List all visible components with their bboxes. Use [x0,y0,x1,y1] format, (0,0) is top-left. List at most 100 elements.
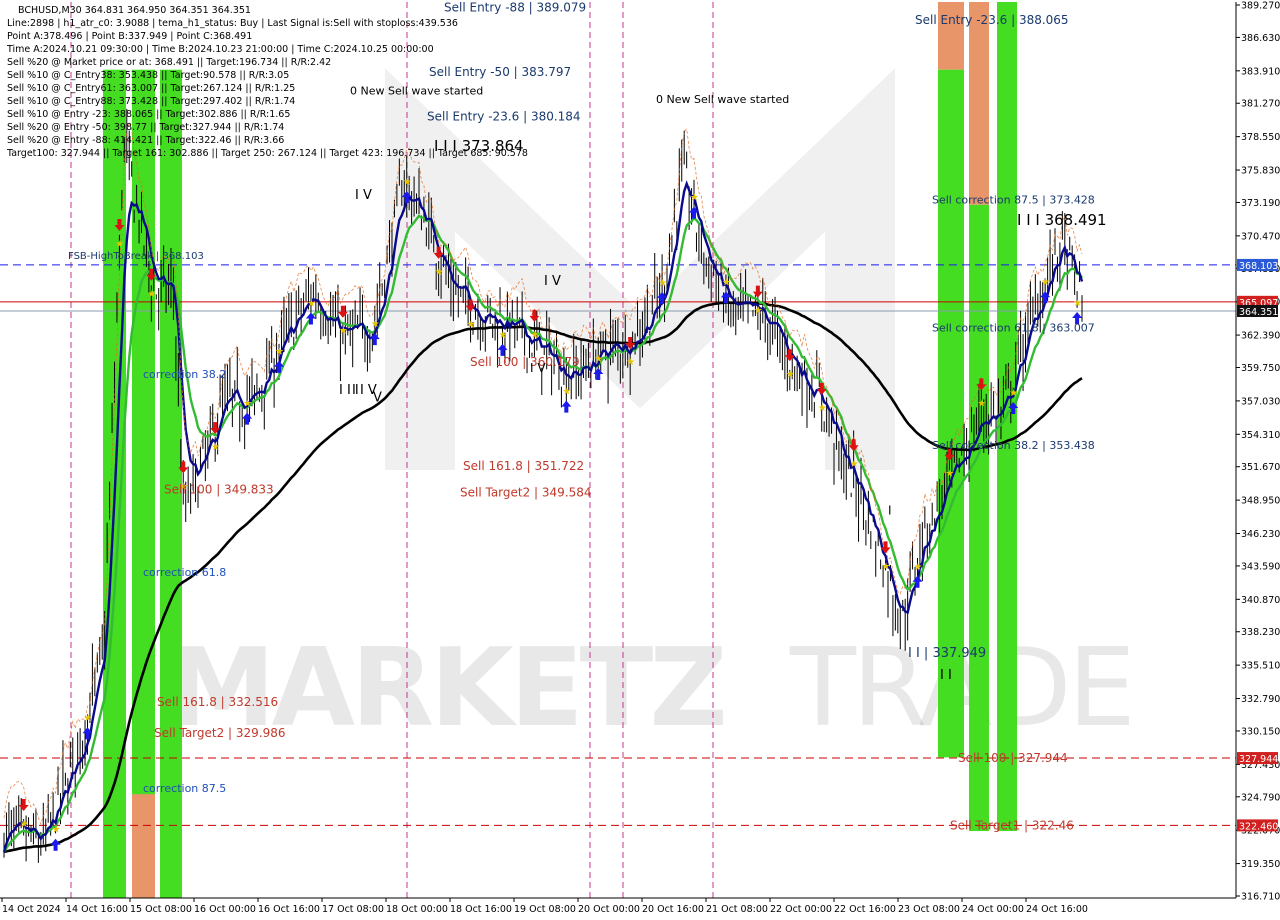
star-icon: ★ [722,277,731,288]
tick-label: 340.870 [1241,595,1280,606]
zone-green [132,69,155,898]
annotation-label: Sell 161.8 | 332.516 [157,695,278,709]
tick-label: 346.230 [1241,529,1280,540]
tick-label: 357.030 [1241,396,1280,407]
header-line: Sell %10 @ C_Entry88: 373.428 || Target:… [7,96,295,107]
star-icon: ★ [594,354,603,365]
tick-label: 359.750 [1241,363,1280,374]
star-icon: ★ [371,319,380,330]
star-icon: ★ [882,561,891,572]
star-icon: ★ [626,357,635,368]
star-icon: ★ [913,562,922,573]
annotation-label: Sell 161.8 | 351.722 [463,459,584,473]
star-icon: ★ [658,278,667,289]
time-label: 18 Oct 00:00 [386,904,448,915]
tick-label: 330.150 [1241,726,1280,737]
tick-label: 370.470 [1241,231,1280,242]
star-icon: ★ [20,819,29,830]
time-label: 19 Oct 08:00 [514,904,576,915]
tick-label: 343.590 [1241,561,1280,572]
time-label: 14 Oct 16:00 [66,904,128,915]
annotation-label: correction 38.2 [143,368,226,381]
header-line: Time A:2024.10.21 09:30:00 | Time B:2024… [6,44,434,55]
star-icon: ★ [243,399,252,410]
star-icon: ★ [562,387,571,398]
star-icon: ★ [530,330,539,341]
star-icon: ★ [467,320,476,331]
annotation-label: Sell correction 61.8 | 363.007 [932,322,1095,335]
header-line: Point A:378.496 | Point B:337.949 | Poin… [7,31,252,42]
time-label: 18 Oct 16:00 [450,904,512,915]
star-icon: ★ [403,177,412,188]
annotation-label: I I V [352,383,377,398]
time-label: 22 Oct 16:00 [834,904,896,915]
star-icon: ★ [147,289,156,300]
tick-label: 324.790 [1241,792,1280,803]
tick-label: 383.910 [1241,66,1280,77]
header-line: Sell %10 @ C_Entry38: 353.438 || Target:… [7,70,289,81]
annotation-label: 0 New Sell wave started [350,85,483,98]
annotation-label: I I | 337.949 [908,646,986,661]
time-label: 16 Oct 16:00 [258,904,320,915]
time-label: 21 Oct 08:00 [706,904,768,915]
time-label: 23 Oct 08:00 [898,904,960,915]
level-tag-label: 368.103 [1239,261,1278,272]
annotation-label: Sell correction 87.5 | 373.428 [932,194,1095,207]
annotation-label: I I I 368.491 [1017,211,1107,229]
star-icon: ★ [435,267,444,278]
star-icon: ★ [52,825,61,836]
annotation-label: Sell Target2 | 329.986 [154,726,286,740]
star-icon: ★ [1073,298,1082,309]
header-line: Sell %20 @ Market price or at: 368.491 |… [7,57,331,68]
annotation-label: Sell Entry -88 | 389.079 [444,0,586,14]
star-icon: ★ [339,326,348,337]
tick-label: 362.390 [1241,331,1280,342]
annotation-label: correction 61.8 [143,566,226,579]
zone-orange [132,794,155,898]
tick-label: 375.830 [1241,166,1280,177]
star-icon: ★ [690,193,699,204]
tick-label: 389.270 [1241,1,1280,12]
annotation-label: Sell Target2 | 349.584 [460,485,592,499]
tick-label: 316.710 [1241,892,1280,903]
time-label: 14 Oct 2024 [2,904,61,915]
header-line: Target100: 327.944 || Target 161: 302.88… [6,148,528,159]
tick-label: 386.630 [1241,33,1280,44]
tick-label: 319.350 [1241,859,1280,870]
level-tag-label: 364.351 [1239,307,1278,318]
time-label: 24 Oct 00:00 [962,904,1024,915]
time-label: 16 Oct 00:00 [194,904,256,915]
time-label: 22 Oct 00:00 [770,904,832,915]
time-label: 15 Oct 08:00 [130,904,192,915]
annotation-label: I I [940,668,952,683]
header-line: Sell %10 @ Entry -23: 388.065 || Target:… [7,109,290,120]
star-icon: ★ [83,713,92,724]
annotation-label: 0 New Sell wave started [656,93,789,106]
star-icon: ★ [275,347,284,358]
annotation-label: I V [355,188,372,203]
annotation-label: Sell Target1 | 322.46 [950,818,1074,832]
tick-label: 338.230 [1241,627,1280,638]
star-icon: ★ [786,369,795,380]
tick-label: 332.790 [1241,694,1280,705]
annotation-label: I V [530,361,546,375]
tick-label: 335.510 [1241,661,1280,672]
annotation-label: correction 87.5 [143,782,226,795]
star-icon: ★ [211,442,220,453]
star-icon: ★ [307,298,316,309]
star-icon: ★ [977,398,986,409]
star-icon: ★ [115,239,124,250]
annotation-label: FSB-HighToBreak | 368.103 [68,251,204,262]
level-tag-label: 327.944 [1239,754,1278,765]
header-line: Sell %20 @ Entry -88: 414.421 || Target:… [7,135,284,146]
header-line: Sell %20 @ Entry -50: 398.77 || Target:3… [7,122,284,133]
annotation-label: Sell 100 | 360.179 [470,355,580,369]
annotation-label: Sell Entry -23.6 | 380.184 [427,110,581,124]
tick-label: 348.950 [1241,496,1280,507]
star-icon: ★ [850,459,859,470]
time-label: 24 Oct 16:00 [1026,904,1088,915]
time-label: 20 Oct 00:00 [578,904,640,915]
annotation-label: Sell 100 | 327.944 [958,751,1068,765]
annotation-label: I [888,504,892,518]
annotation-label: I V [544,274,561,289]
